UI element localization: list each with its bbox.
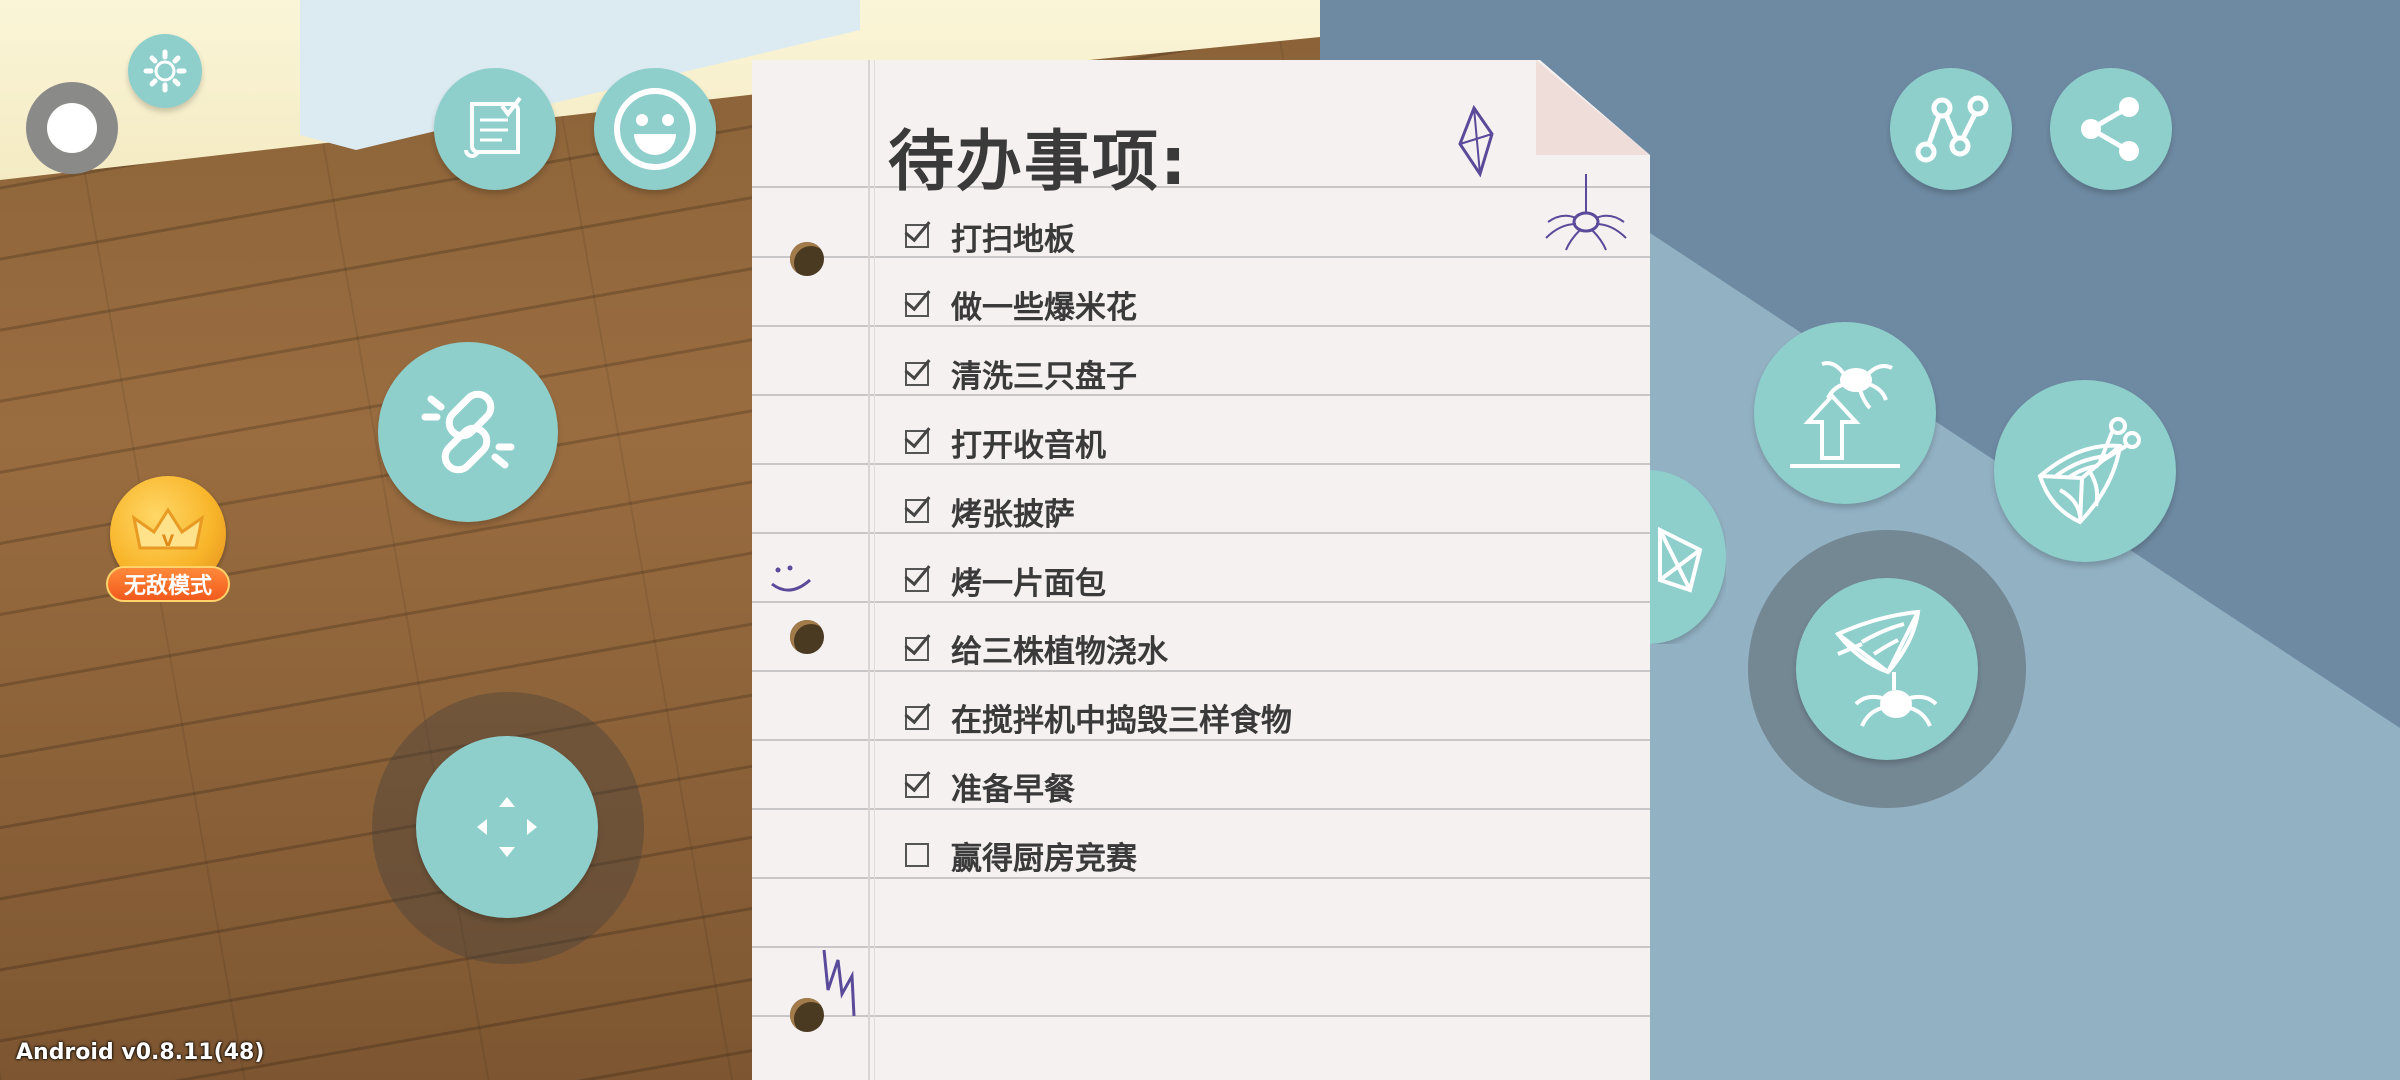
- todo-item-label: 清洗三只盘子: [951, 359, 1137, 396]
- chain-link-icon: [421, 390, 515, 474]
- smiley-icon: [614, 88, 696, 170]
- dpad-icon: [477, 797, 537, 857]
- web-cut-icon: [2037, 417, 2141, 525]
- todo-item: 做一些爆米花: [905, 283, 1137, 327]
- todo-item: 清洗三只盘子: [905, 352, 1137, 396]
- spider-doodle: [1545, 174, 1627, 251]
- todo-item-label: 做一些爆米花: [951, 290, 1137, 327]
- settings-button[interactable]: [128, 34, 202, 108]
- gear-icon: [143, 49, 187, 93]
- link-button[interactable]: [378, 342, 558, 522]
- svg-text:V: V: [162, 531, 175, 550]
- todo-item: 烤张披萨: [905, 489, 1075, 533]
- margin-line: [874, 60, 875, 1080]
- network-icon: [1915, 95, 1989, 163]
- checked-checkbox-icon: [905, 568, 929, 592]
- todo-item: 在搅拌机中捣毁三样食物: [905, 696, 1292, 740]
- binder-hole: [790, 620, 824, 654]
- checked-checkbox-icon: [905, 361, 929, 386]
- spider-climb-button[interactable]: [1754, 322, 1936, 504]
- network-button[interactable]: [1890, 68, 2012, 190]
- version-label: Android v0.8.11(48): [16, 1040, 265, 1065]
- todo-item: 烤一片面包: [905, 558, 1106, 602]
- checked-checkbox-icon: [905, 636, 929, 661]
- task-list-button[interactable]: [434, 68, 556, 190]
- todo-notebook: [752, 60, 1650, 1080]
- binder-hole: [790, 242, 824, 276]
- todo-item: 给三株植物浇水: [905, 627, 1168, 671]
- todo-item-label: 在搅拌机中捣毁三样食物: [951, 703, 1292, 740]
- todo-item-label: 打扫地板: [951, 221, 1075, 258]
- record-button[interactable]: [26, 82, 118, 174]
- share-icon: [2081, 97, 2139, 161]
- todo-item: 打扫地板: [905, 214, 1075, 258]
- checked-checkbox-icon: [905, 499, 929, 524]
- checked-checkbox-icon: [905, 224, 929, 248]
- spider-climb-icon: [1790, 361, 1900, 468]
- todo-item: 赢得厨房竞赛: [905, 833, 1137, 877]
- notebook-lines: [752, 186, 1650, 1017]
- unchecked-checkbox-icon: [905, 843, 929, 868]
- web-spider-button[interactable]: [1796, 578, 1978, 760]
- checked-checkbox-icon: [905, 705, 929, 730]
- todo-item: 准备早餐: [905, 764, 1075, 808]
- checked-checkbox-icon: [905, 292, 929, 317]
- move-joystick[interactable]: [416, 736, 598, 918]
- web-spider-icon: [1834, 609, 1938, 727]
- invincible-mode-badge[interactable]: V 无敌模式: [106, 476, 230, 606]
- todo-item-label: 准备早餐: [951, 771, 1075, 808]
- todo-item-label: 烤张披萨: [951, 496, 1075, 533]
- smiley-doodle: [771, 565, 812, 592]
- checked-checkbox-icon: [905, 774, 929, 799]
- record-icon: [47, 103, 97, 153]
- margin-line: [868, 60, 870, 1080]
- scribble-doodle: [822, 949, 856, 1017]
- todo-item-label: 打开收音机: [951, 427, 1106, 464]
- todo-item: 打开收音机: [905, 420, 1106, 464]
- todo-item-label: 给三株植物浇水: [951, 634, 1168, 671]
- emote-button[interactable]: [594, 68, 716, 190]
- crystal-doodle: [1458, 104, 1494, 178]
- badge-label: 无敌模式: [106, 566, 230, 602]
- todo-title: 待办事项:: [888, 123, 1189, 200]
- task-list-icon: [464, 96, 522, 158]
- todo-item-label: 赢得厨房竞赛: [951, 840, 1137, 877]
- checked-checkbox-icon: [905, 430, 929, 455]
- todo-item-label: 烤一片面包: [951, 565, 1106, 602]
- web-cut-button[interactable]: [1994, 380, 2176, 562]
- share-button[interactable]: [2050, 68, 2172, 190]
